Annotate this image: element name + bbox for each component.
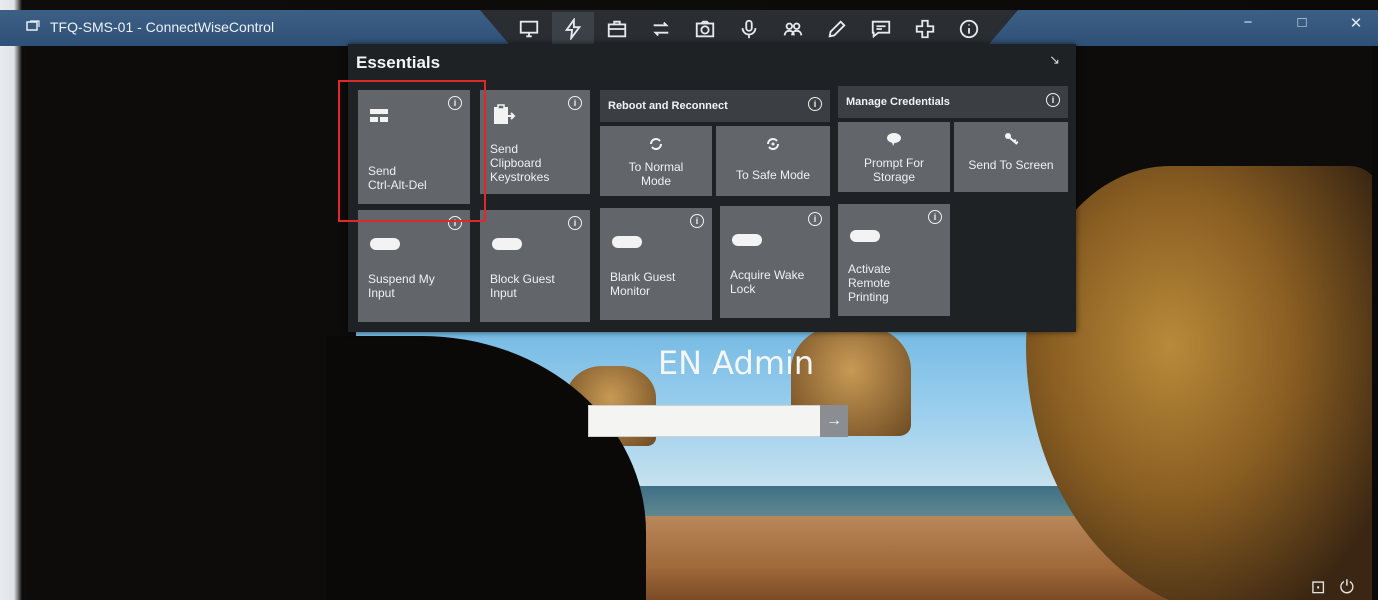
tile-label: Acquire Wake Lock	[730, 268, 805, 296]
tool-participants[interactable]	[772, 12, 814, 46]
info-icon[interactable]: i	[808, 212, 822, 226]
toggle-icon	[370, 238, 400, 250]
plus-icon	[915, 19, 935, 39]
tile-label: Blank Guest Monitor	[610, 270, 676, 298]
participants-icon	[783, 22, 803, 36]
reboot-normal-mode-tile[interactable]: To Normal Mode	[600, 126, 712, 196]
minimize-button[interactable]: −	[1236, 14, 1260, 32]
camera-icon	[695, 20, 715, 38]
send-clipboard-keystrokes-tile[interactable]: i Send Clipboard Keystrokes	[480, 90, 590, 194]
info-icon[interactable]: i	[928, 210, 942, 224]
prompt-for-storage-tile[interactable]: Prompt For Storage	[838, 122, 950, 192]
essentials-title: Essentials	[356, 53, 441, 72]
window-title: TFQ-SMS-01 - ConnectWiseControl	[50, 19, 275, 35]
tile-label: Send Clipboard Keystrokes	[490, 142, 550, 184]
tile-label: Suspend My Input	[368, 272, 435, 300]
power-icon[interactable]: ⏻	[1340, 577, 1354, 598]
block-guest-input-tile[interactable]: i Block Guest Input	[480, 210, 590, 322]
tool-toolbox[interactable]	[596, 12, 638, 46]
reboot-reconnect-header: Reboot and Reconnect i	[600, 90, 830, 122]
tool-transfer[interactable]	[640, 12, 682, 46]
highlight-box	[338, 80, 486, 222]
clipboard-icon	[494, 104, 516, 124]
toggle-icon	[492, 238, 522, 250]
swap-icon	[653, 21, 669, 37]
password-input[interactable]	[588, 405, 822, 437]
info-icon	[959, 19, 979, 39]
refresh-icon	[650, 138, 662, 150]
refresh-safe-icon	[767, 138, 779, 150]
key-icon	[1005, 133, 1019, 145]
chat-icon	[871, 20, 891, 39]
group-title: Reboot and Reconnect	[608, 100, 728, 112]
monitor-icon	[519, 20, 539, 38]
speech-bubble-icon	[887, 133, 901, 146]
tool-essentials[interactable]	[552, 12, 594, 46]
tile-label: To Normal Mode	[628, 160, 684, 188]
microphone-icon	[741, 19, 757, 39]
suspend-my-input-tile[interactable]: i Suspend My Input	[358, 210, 470, 322]
reboot-safe-mode-tile[interactable]: To Safe Mode	[716, 126, 830, 196]
blank-guest-monitor-tile[interactable]: i Blank Guest Monitor	[600, 208, 712, 320]
acquire-wake-lock-tile[interactable]: i Acquire Wake Lock	[720, 206, 830, 318]
tile-label: To Safe Mode	[735, 168, 811, 182]
tool-chat[interactable]	[860, 12, 902, 46]
tool-audio[interactable]	[728, 12, 770, 46]
info-icon[interactable]: i	[808, 97, 822, 111]
tool-info[interactable]	[948, 12, 990, 46]
tool-extras[interactable]	[904, 12, 946, 46]
tool-view[interactable]	[508, 12, 550, 46]
toggle-icon	[850, 230, 880, 242]
toggle-icon	[732, 234, 762, 246]
tile-label: Activate Remote Printing	[848, 262, 891, 304]
pencil-icon	[828, 20, 846, 38]
lightning-icon	[564, 18, 582, 40]
activate-remote-printing-tile[interactable]: i Activate Remote Printing	[838, 204, 950, 316]
window-controls: − □ ✕	[1236, 14, 1368, 32]
maximize-button[interactable]: □	[1290, 14, 1314, 32]
close-button[interactable]: ✕	[1344, 14, 1368, 32]
tool-screenshot[interactable]	[684, 12, 726, 46]
tile-label: Block Guest Input	[490, 272, 555, 300]
lockscreen-icons: ⊡ ⏻	[1311, 577, 1354, 598]
send-to-screen-tile[interactable]: Send To Screen	[954, 122, 1068, 192]
login-submit-button[interactable]: →	[820, 405, 848, 437]
group-title: Manage Credentials	[846, 96, 950, 108]
info-icon[interactable]: i	[690, 214, 704, 228]
collapse-arrow-icon[interactable]: ↘	[1049, 52, 1060, 68]
info-icon[interactable]: i	[568, 216, 582, 230]
login-username: EN Admin	[657, 344, 815, 382]
session-toolbar	[480, 10, 1018, 48]
toggle-icon	[612, 236, 642, 248]
tile-label: Send To Screen	[968, 158, 1054, 172]
info-icon[interactable]: i	[568, 96, 582, 110]
info-icon[interactable]: i	[1046, 93, 1060, 107]
tile-label: Prompt For Storage	[863, 156, 924, 184]
network-icon[interactable]: ⊡	[1311, 577, 1326, 598]
manage-credentials-header: Manage Credentials i	[838, 86, 1068, 118]
tool-annotate[interactable]	[816, 12, 858, 46]
window-restore-icon[interactable]	[26, 20, 40, 31]
briefcase-icon	[607, 20, 627, 38]
